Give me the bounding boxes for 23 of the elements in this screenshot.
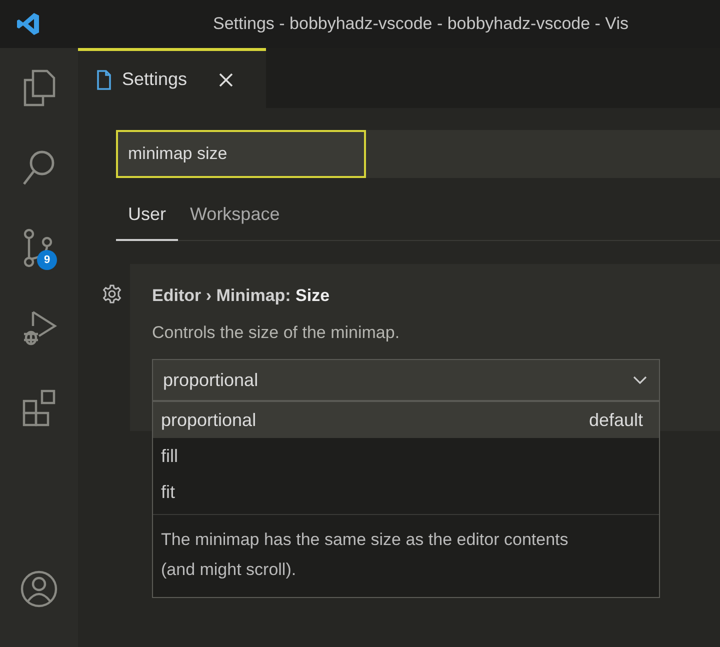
file-icon (96, 70, 112, 90)
run-debug-icon[interactable] (21, 308, 57, 348)
option-description: The minimap has the same size as the editor contents (and might scroll). (153, 514, 659, 596)
settings-icon[interactable] (102, 284, 122, 304)
setting-title: Editor › Minimap: Size (152, 286, 331, 306)
default-label: default (588, 410, 643, 430)
search-field[interactable]: minimap size (116, 130, 366, 178)
setting-description: Controls the size of the minimap. (152, 323, 401, 343)
chevron-down-icon (633, 376, 647, 384)
editor-tab[interactable]: Settings (78, 48, 266, 108)
dropdown-option[interactable]: proportional default (153, 402, 659, 438)
dropdown-option[interactable]: fill (153, 438, 659, 474)
account-icon[interactable] (19, 569, 59, 609)
window-title: Settings - bobbyhadz-vscode - bobbyhadz-vscode - Vis (213, 14, 628, 34)
extensions-icon[interactable] (21, 388, 57, 428)
files-icon[interactable] (21, 68, 57, 108)
app-logo-icon (15, 11, 41, 37)
scope-tab[interactable]: Workspace (178, 194, 292, 241)
dropdown[interactable]: proportional (152, 359, 660, 401)
dropdown-option[interactable]: fit (153, 474, 659, 510)
close-icon[interactable] (219, 72, 234, 86)
notification-badge: 9 (37, 250, 57, 270)
scope-tab[interactable]: User (116, 194, 178, 241)
